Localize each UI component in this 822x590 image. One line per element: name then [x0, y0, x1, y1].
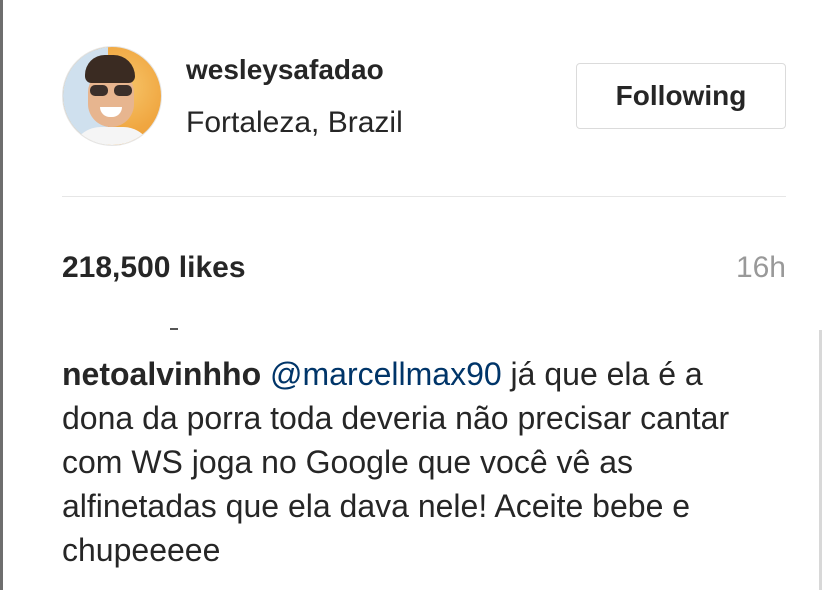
following-button[interactable]: Following — [576, 63, 786, 129]
comment-author-link[interactable]: netoalvinhho — [62, 356, 261, 392]
load-more-marker — [170, 328, 178, 330]
avatar-hair — [85, 55, 135, 83]
post-timestamp[interactable]: 16h — [736, 251, 786, 285]
likes-count[interactable]: 218,500 likes — [62, 251, 246, 285]
location-link[interactable]: Fortaleza, Brazil — [186, 106, 403, 140]
avatar[interactable] — [62, 46, 162, 146]
username-link[interactable]: wesleysafadao — [186, 54, 384, 86]
comment: netoalvinhho @marcellmax90 já que ela é … — [62, 352, 762, 572]
avatar-sunglasses — [90, 85, 132, 96]
window-left-edge — [0, 0, 3, 590]
post-header: wesleysafadao Fortaleza, Brazil Followin… — [62, 46, 786, 146]
comment-mention-link[interactable]: @marcellmax90 — [270, 356, 502, 392]
header-divider — [62, 196, 786, 197]
